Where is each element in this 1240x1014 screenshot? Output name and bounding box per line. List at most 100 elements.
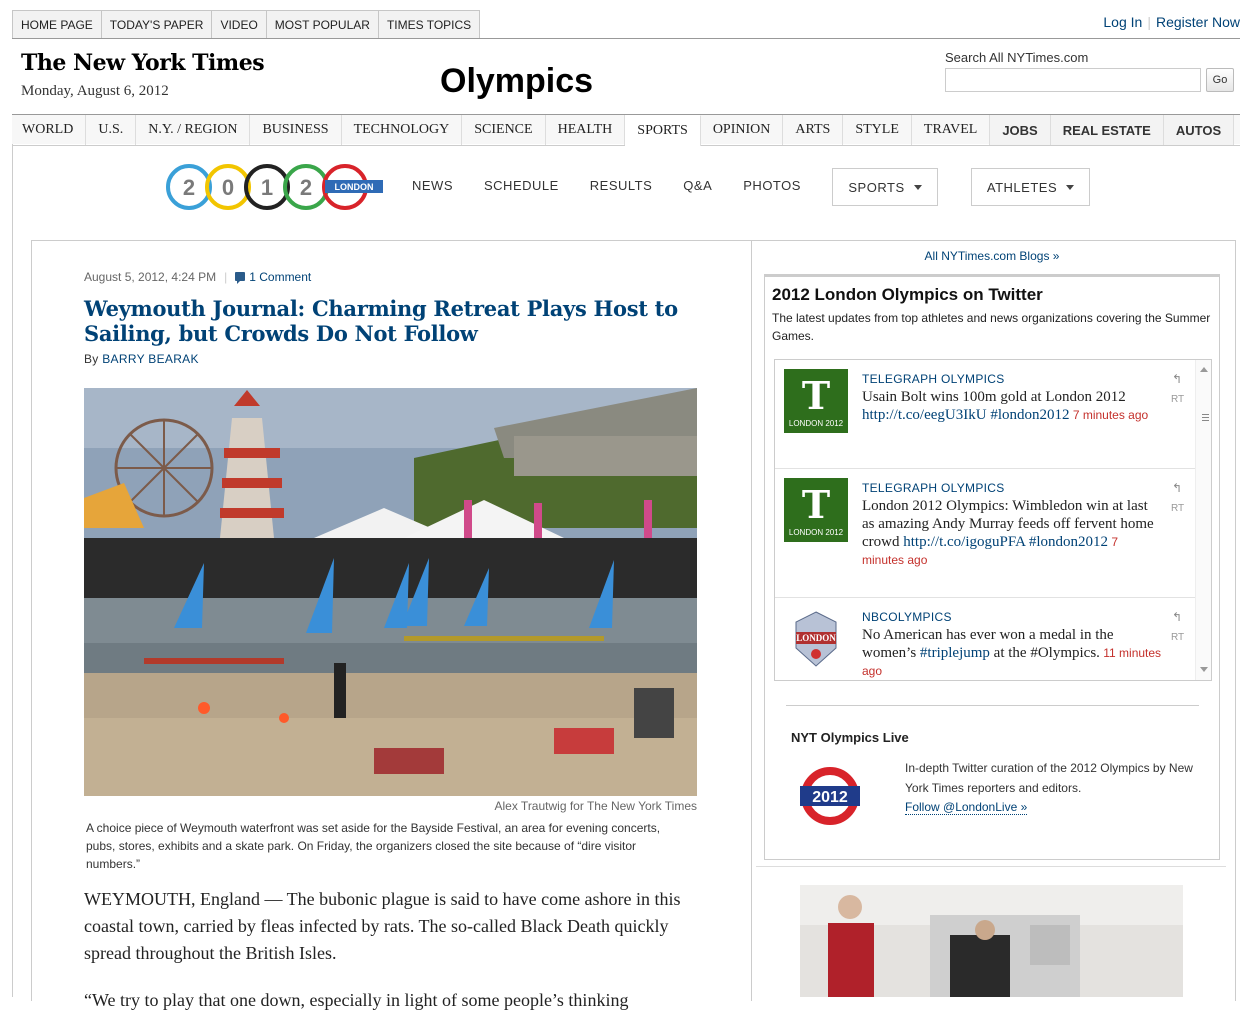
tweet-item: T LONDON 2012 TELEGRAPH OLYMPICS Usain B… bbox=[775, 360, 1195, 468]
register-link[interactable]: Register Now bbox=[1156, 14, 1240, 30]
logo-digit-4: 2 bbox=[300, 175, 312, 200]
nav-travel[interactable]: TRAVEL bbox=[912, 115, 991, 145]
article-dateline: August 5, 2012, 4:24 PM bbox=[84, 270, 217, 284]
logo-digit-3: 1 bbox=[261, 175, 273, 200]
search-input[interactable] bbox=[945, 68, 1201, 92]
tweet-text: London 2012 Olympics: Wimbledon win at l… bbox=[862, 497, 1162, 569]
telegraph-avatar[interactable]: T LONDON 2012 bbox=[784, 478, 848, 542]
athletes-dropdown-label: ATHLETES bbox=[986, 179, 1058, 195]
search-go-button[interactable]: Go bbox=[1206, 68, 1234, 92]
logo-digit-2: 0 bbox=[222, 175, 234, 200]
nav-technology[interactable]: TECHNOLOGY bbox=[342, 115, 463, 145]
article-photo bbox=[84, 388, 697, 796]
tweet-body: Usain Bolt wins 100m gold at London 2012 bbox=[862, 389, 1126, 405]
search-label: Search All NYTimes.com bbox=[945, 50, 1089, 65]
tab-home-page[interactable]: HOME PAGE bbox=[12, 10, 102, 39]
logo-london-tag: LONDON bbox=[335, 182, 374, 192]
nav-ny-region[interactable]: N.Y. / REGION bbox=[136, 115, 251, 145]
reply-icon[interactable]: ↰ bbox=[1172, 481, 1182, 495]
nav-science[interactable]: SCIENCE bbox=[462, 115, 546, 145]
oly-nav-results[interactable]: RESULTS bbox=[590, 178, 653, 193]
tweet-link[interactable]: http://t.co/igoguPFA bbox=[903, 534, 1025, 550]
tweet-account[interactable]: TELEGRAPH OLYMPICS bbox=[862, 372, 1005, 386]
tweet-hashtag[interactable]: #london2012 bbox=[987, 407, 1069, 423]
scroll-up-arrow-icon[interactable] bbox=[1200, 367, 1208, 372]
retweet-button[interactable]: RT bbox=[1171, 632, 1184, 643]
oly-nav-schedule[interactable]: SCHEDULE bbox=[484, 178, 559, 193]
retweet-button[interactable]: RT bbox=[1171, 503, 1184, 514]
live-divider bbox=[786, 705, 1199, 706]
tweet-timestamp[interactable]: 7 minutes ago bbox=[1069, 408, 1148, 422]
telegraph-avatar-letter: T bbox=[802, 373, 830, 418]
nav-us[interactable]: U.S. bbox=[86, 115, 137, 145]
retweet-button[interactable]: RT bbox=[1171, 394, 1184, 405]
scroll-thumb[interactable] bbox=[1198, 378, 1209, 438]
nav-sports[interactable]: SPORTS bbox=[625, 115, 701, 146]
live-title: NYT Olympics Live bbox=[791, 730, 909, 745]
comment-icon[interactable] bbox=[235, 272, 246, 284]
tab-video[interactable]: VIDEO bbox=[211, 10, 267, 39]
auth-links: Log In | Register Now bbox=[1103, 14, 1240, 30]
tweet-text: No American has ever won a medal in the … bbox=[862, 626, 1162, 680]
tweet-text: Usain Bolt wins 100m gold at London 2012… bbox=[862, 388, 1162, 424]
meta-separator: | bbox=[224, 270, 228, 284]
auth-separator: | bbox=[1147, 14, 1151, 30]
nav-style[interactable]: STYLE bbox=[843, 115, 912, 145]
nav-opinion[interactable]: OPINION bbox=[701, 115, 784, 145]
tweet-hashtag[interactable]: #triplejump bbox=[920, 645, 990, 661]
twitter-module-title: 2012 London Olympics on Twitter bbox=[772, 285, 1043, 304]
tweet-account[interactable]: NBCOLYMPICS bbox=[862, 610, 952, 624]
tweet-account[interactable]: TELEGRAPH OLYMPICS bbox=[862, 481, 1005, 495]
olympics-2012-logo[interactable]: 2 0 1 2 LONDON bbox=[165, 161, 385, 213]
athletes-dropdown[interactable]: ATHLETES bbox=[971, 168, 1090, 206]
nav-autos[interactable]: AUTOS bbox=[1163, 115, 1235, 145]
tab-most-popular[interactable]: MOST POPULAR bbox=[265, 10, 379, 39]
olympics-nav: NEWS SCHEDULE RESULTS Q&A PHOTOS bbox=[412, 178, 832, 193]
nav-world[interactable]: WORLD bbox=[12, 115, 87, 145]
nav-health[interactable]: HEALTH bbox=[546, 115, 626, 145]
telegraph-avatar-tag: LONDON 2012 bbox=[789, 528, 844, 537]
oly-nav-photos[interactable]: PHOTOS bbox=[743, 178, 801, 193]
advertisement-image[interactable] bbox=[800, 885, 1183, 997]
sports-dropdown[interactable]: SPORTS bbox=[832, 168, 938, 206]
nyt-logo[interactable]: The New York Times bbox=[21, 50, 265, 76]
reply-icon[interactable]: ↰ bbox=[1172, 372, 1182, 386]
author-link[interactable]: BARRY BEARAK bbox=[102, 352, 199, 366]
oly-nav-news[interactable]: NEWS bbox=[412, 178, 453, 193]
login-link[interactable]: Log In bbox=[1103, 14, 1142, 30]
logo-digit-1: 2 bbox=[183, 175, 195, 200]
tweet-list-scrollbar[interactable] bbox=[1195, 360, 1211, 680]
tweet-body-end: at the #Olympics. bbox=[989, 645, 1100, 661]
nbc-olympics-avatar[interactable]: LONDON bbox=[784, 608, 848, 672]
comments-link[interactable]: 1 Comment bbox=[249, 270, 311, 284]
tab-todays-paper[interactable]: TODAY'S PAPER bbox=[100, 10, 213, 39]
tweet-list[interactable]: T LONDON 2012 TELEGRAPH OLYMPICS Usain B… bbox=[774, 359, 1212, 681]
tab-times-topics[interactable]: TIMES TOPICS bbox=[377, 10, 481, 39]
telegraph-avatar-letter: T bbox=[802, 482, 830, 527]
tweet-link[interactable]: http://t.co/eegU3IkU bbox=[862, 407, 987, 423]
scroll-down-arrow-icon[interactable] bbox=[1200, 667, 1208, 672]
column-separator bbox=[751, 241, 752, 1001]
telegraph-avatar[interactable]: T LONDON 2012 bbox=[784, 369, 848, 433]
article-paragraph-1: WEYMOUTH, England — The bubonic plague i… bbox=[84, 889, 681, 963]
article-paragraph-2: “We try to play that one down, especiall… bbox=[84, 990, 629, 1010]
reply-icon[interactable]: ↰ bbox=[1172, 610, 1182, 624]
nav-business[interactable]: BUSINESS bbox=[250, 115, 342, 145]
nav-real-estate[interactable]: REAL ESTATE bbox=[1050, 115, 1164, 145]
all-blogs-link[interactable]: All NYTimes.com Blogs » bbox=[752, 249, 1232, 263]
photo-caption: A choice piece of Weymouth waterfront wa… bbox=[86, 821, 661, 871]
nav-arts[interactable]: ARTS bbox=[783, 115, 844, 145]
twitter-module-description: The latest updates from top athletes and… bbox=[772, 311, 1211, 343]
nav-jobs[interactable]: JOBS bbox=[990, 115, 1051, 145]
follow-londonlive-link[interactable]: Follow @LondonLive » bbox=[905, 800, 1028, 815]
byline-by: By bbox=[84, 352, 99, 366]
tweet-hashtag[interactable]: #london2012 bbox=[1025, 534, 1108, 550]
tweet-item: T LONDON 2012 TELEGRAPH OLYMPICS London … bbox=[775, 469, 1195, 597]
chevron-down-icon bbox=[913, 184, 922, 190]
nbc-avatar-text: LONDON bbox=[796, 633, 836, 643]
chevron-down-icon bbox=[1066, 184, 1075, 190]
oly-nav-qa[interactable]: Q&A bbox=[683, 178, 712, 193]
london-underground-roundel-icon[interactable]: 2012 bbox=[800, 766, 860, 826]
top-utility-tabs: HOME PAGE TODAY'S PAPER VIDEO MOST POPUL… bbox=[12, 10, 481, 39]
article-headline[interactable]: Weymouth Journal: Charming Retreat Plays… bbox=[84, 296, 694, 346]
